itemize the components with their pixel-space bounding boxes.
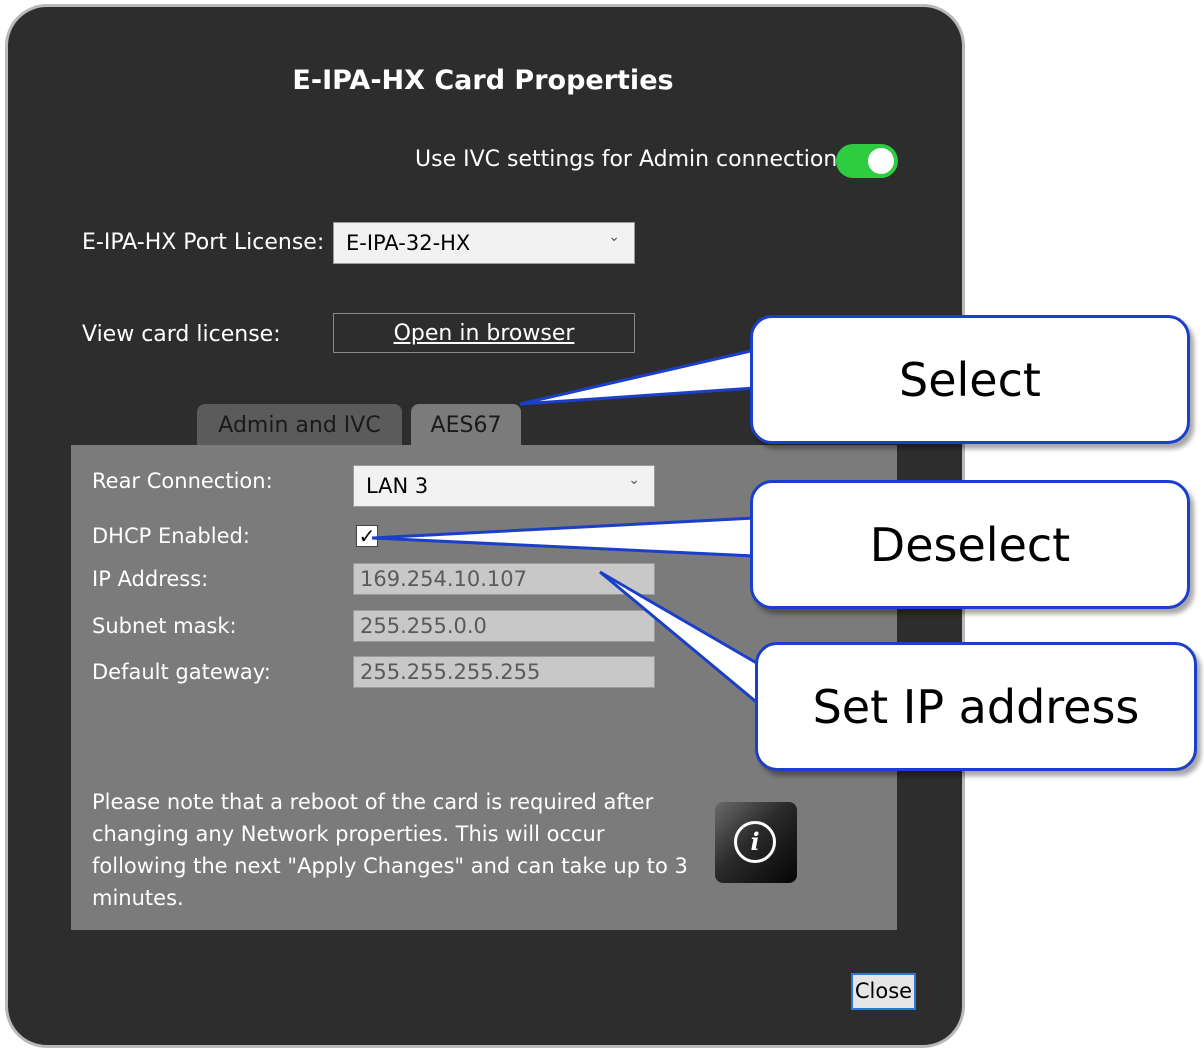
select-callout: Select [750, 315, 1190, 444]
deselect-callout-pointer [371, 516, 757, 558]
set-ip-callout: Set IP address [755, 642, 1197, 771]
set-ip-callout-pointer [599, 570, 762, 709]
select-callout-pointer [519, 348, 757, 406]
deselect-callout: Deselect [750, 480, 1190, 609]
